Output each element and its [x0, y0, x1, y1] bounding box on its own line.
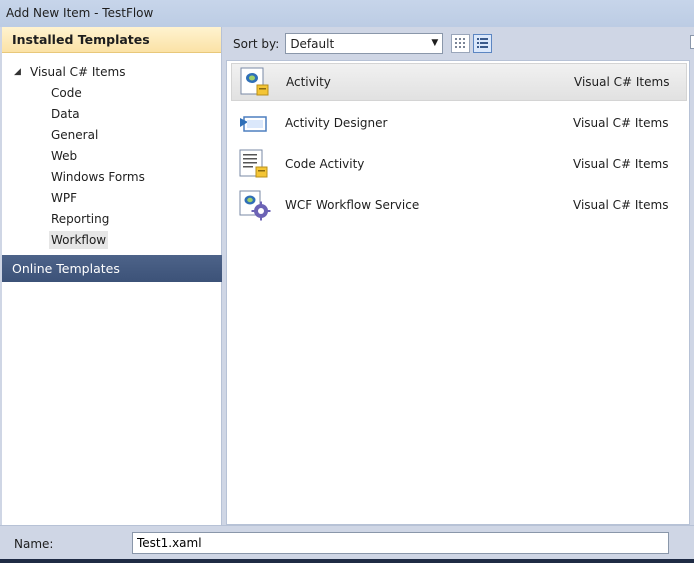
tree-item-label: Workflow	[49, 230, 109, 249]
tree-item-wpf[interactable]: WPF	[2, 187, 221, 208]
template-item-activity[interactable]: Activity Visual C# Items	[231, 63, 687, 101]
template-category: Visual C# Items	[573, 198, 669, 212]
installed-templates-header[interactable]: Installed Templates	[2, 27, 221, 53]
templates-list: Activity Visual C# Items Activity Design…	[226, 60, 690, 525]
tree-item-label: Windows Forms	[51, 169, 145, 184]
tree-item-reporting[interactable]: Reporting	[2, 208, 221, 229]
dialog-body: Installed Templates ◢ Visual C# Items Co…	[0, 27, 694, 525]
chevron-down-icon: ▼	[431, 38, 439, 48]
template-item-code-activity[interactable]: Code Activity Visual C# Items	[231, 145, 687, 183]
name-label: Name:	[14, 537, 54, 551]
name-input[interactable]	[132, 532, 669, 554]
name-bar: Name:	[0, 525, 694, 559]
bottom-border	[0, 559, 694, 563]
sort-label: Sort by:	[233, 36, 280, 51]
templates-sidebar: Installed Templates ◢ Visual C# Items Co…	[2, 27, 222, 525]
template-category: Visual C# Items	[573, 157, 669, 171]
tree-item-code[interactable]: Code	[2, 82, 221, 103]
tree-item-label: Visual C# Items	[30, 64, 126, 79]
tree-item-label: WPF	[51, 190, 78, 205]
tree-item-visual-csharp-items[interactable]: ◢ Visual C# Items	[2, 61, 221, 82]
template-category: Visual C# Items	[573, 116, 669, 130]
template-name: Code Activity	[285, 157, 365, 171]
tree-item-windows-forms[interactable]: Windows Forms	[2, 166, 221, 187]
small-icons-view-button[interactable]	[451, 34, 471, 53]
sort-toolbar: Sort by: Default ▼	[225, 27, 694, 60]
code-activity-icon	[237, 147, 271, 181]
sort-select[interactable]: Default ▼	[285, 33, 444, 54]
window-title: Add New Item - TestFlow	[0, 0, 694, 27]
list-view-button[interactable]	[473, 34, 493, 53]
template-item-wcf-workflow-service[interactable]: WCF Workflow Service Visual C# Items	[231, 186, 687, 224]
template-tree: ◢ Visual C# Items Code Data General Web …	[2, 53, 221, 250]
tree-item-general[interactable]: General	[2, 124, 221, 145]
tree-item-label: Code	[51, 85, 82, 100]
wcf-workflow-service-icon	[237, 188, 271, 222]
list-view-icon	[477, 38, 489, 48]
online-templates-header[interactable]: Online Templates	[2, 255, 222, 282]
activity-designer-icon	[237, 106, 271, 140]
sort-select-value: Default	[290, 37, 335, 51]
small-icons-view-icon	[455, 38, 466, 48]
help-button[interactable]	[690, 35, 694, 49]
expand-triangle-icon[interactable]: ◢	[14, 67, 30, 77]
template-item-activity-designer[interactable]: Activity Designer Visual C# Items	[231, 104, 687, 142]
template-name: WCF Workflow Service	[285, 198, 420, 212]
tree-item-data[interactable]: Data	[2, 103, 221, 124]
tree-item-web[interactable]: Web	[2, 145, 221, 166]
tree-item-workflow[interactable]: Workflow	[2, 229, 221, 250]
tree-item-label: Data	[51, 106, 80, 121]
tree-item-label: General	[51, 127, 99, 142]
template-category: Visual C# Items	[574, 75, 670, 89]
activity-icon	[238, 65, 272, 99]
template-name: Activity Designer	[285, 116, 388, 130]
tree-item-label: Web	[51, 148, 78, 163]
tree-item-label: Reporting	[51, 211, 110, 226]
template-name: Activity	[286, 75, 331, 89]
